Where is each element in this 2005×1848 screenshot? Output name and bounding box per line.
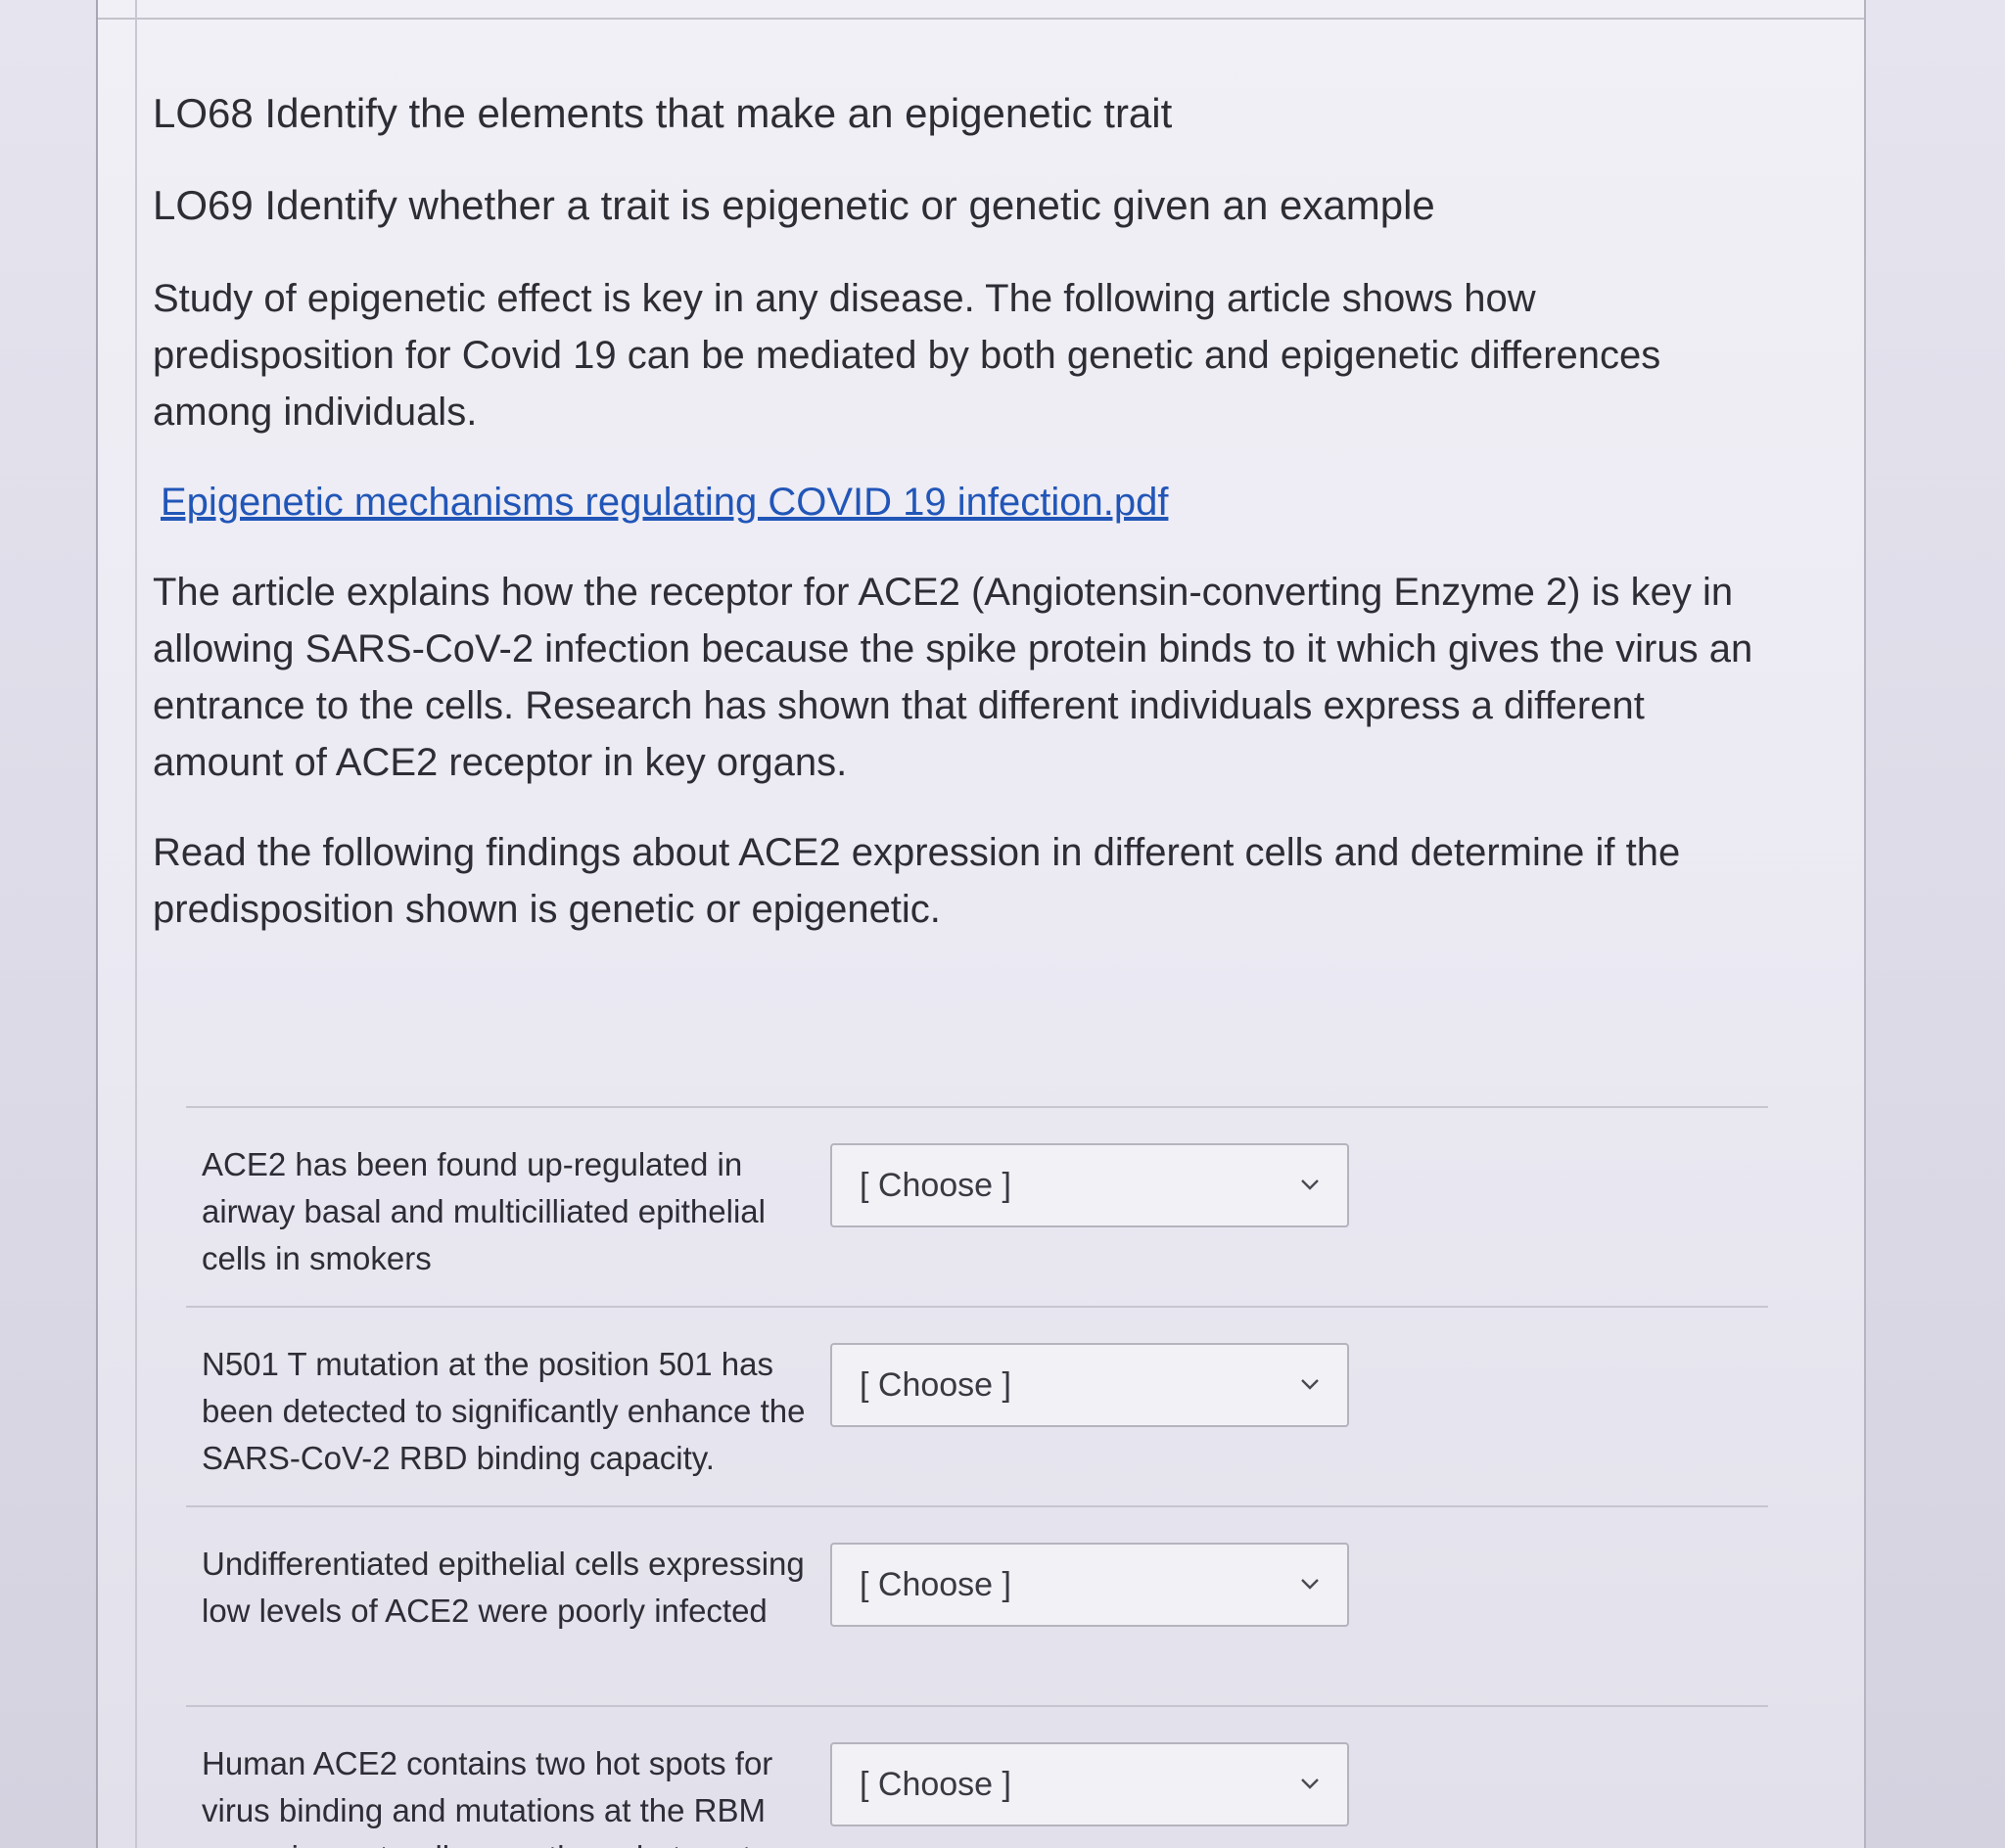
matching-row: Human ACE2 contains two hot spots for vi… bbox=[186, 1705, 1768, 1848]
answer-dropdown[interactable]: [ Choose ] bbox=[830, 1143, 1349, 1227]
answer-dropdown[interactable]: [ Choose ] bbox=[830, 1543, 1349, 1627]
intro-paragraph: Study of epigenetic effect is key in any… bbox=[153, 277, 1661, 434]
matching-question-list: ACE2 has been found up-regulated in airw… bbox=[186, 1106, 1768, 1848]
matching-prompt: ACE2 has been found up-regulated in airw… bbox=[202, 1146, 766, 1276]
screen: LO68 Identify the elements that make an … bbox=[0, 0, 2005, 1848]
dropdown-selected-value: [ Choose ] bbox=[860, 1766, 1011, 1803]
dropdown-selected-value: [ Choose ] bbox=[860, 1366, 1011, 1404]
chevron-down-icon bbox=[1301, 1379, 1319, 1390]
dropdown-selected-value: [ Choose ] bbox=[860, 1566, 1011, 1603]
matching-row: N501 T mutation at the position 501 has … bbox=[186, 1306, 1768, 1505]
chevron-down-icon bbox=[1301, 1579, 1319, 1590]
instructions-paragraph: Read the following findings about ACE2 e… bbox=[153, 831, 1681, 931]
panel-top-divider bbox=[98, 18, 1864, 20]
answer-dropdown[interactable]: [ Choose ] bbox=[830, 1343, 1349, 1427]
question-content: LO68 Identify the elements that make an … bbox=[153, 86, 1778, 971]
learning-objective-lo69: LO69 Identify whether a trait is epigene… bbox=[153, 182, 1435, 228]
learning-objective-lo68: LO68 Identify the elements that make an … bbox=[153, 90, 1173, 136]
matching-prompt: Undifferentiated epithelial cells expres… bbox=[202, 1546, 805, 1629]
chevron-down-icon bbox=[1301, 1179, 1319, 1190]
article-summary-paragraph: The article explains how the receptor fo… bbox=[153, 571, 1753, 784]
panel-inner-border bbox=[135, 0, 137, 1848]
answer-dropdown[interactable]: [ Choose ] bbox=[830, 1742, 1349, 1826]
matching-row: ACE2 has been found up-regulated in airw… bbox=[186, 1106, 1768, 1306]
article-pdf-link[interactable]: Epigenetic mechanisms regulating COVID 1… bbox=[161, 474, 1168, 531]
matching-prompt: Human ACE2 contains two hot spots for vi… bbox=[202, 1745, 773, 1848]
matching-prompt: N501 T mutation at the position 501 has … bbox=[202, 1346, 806, 1476]
matching-row: Undifferentiated epithelial cells expres… bbox=[186, 1505, 1768, 1705]
dropdown-selected-value: [ Choose ] bbox=[860, 1167, 1011, 1204]
chevron-down-icon bbox=[1301, 1779, 1319, 1789]
